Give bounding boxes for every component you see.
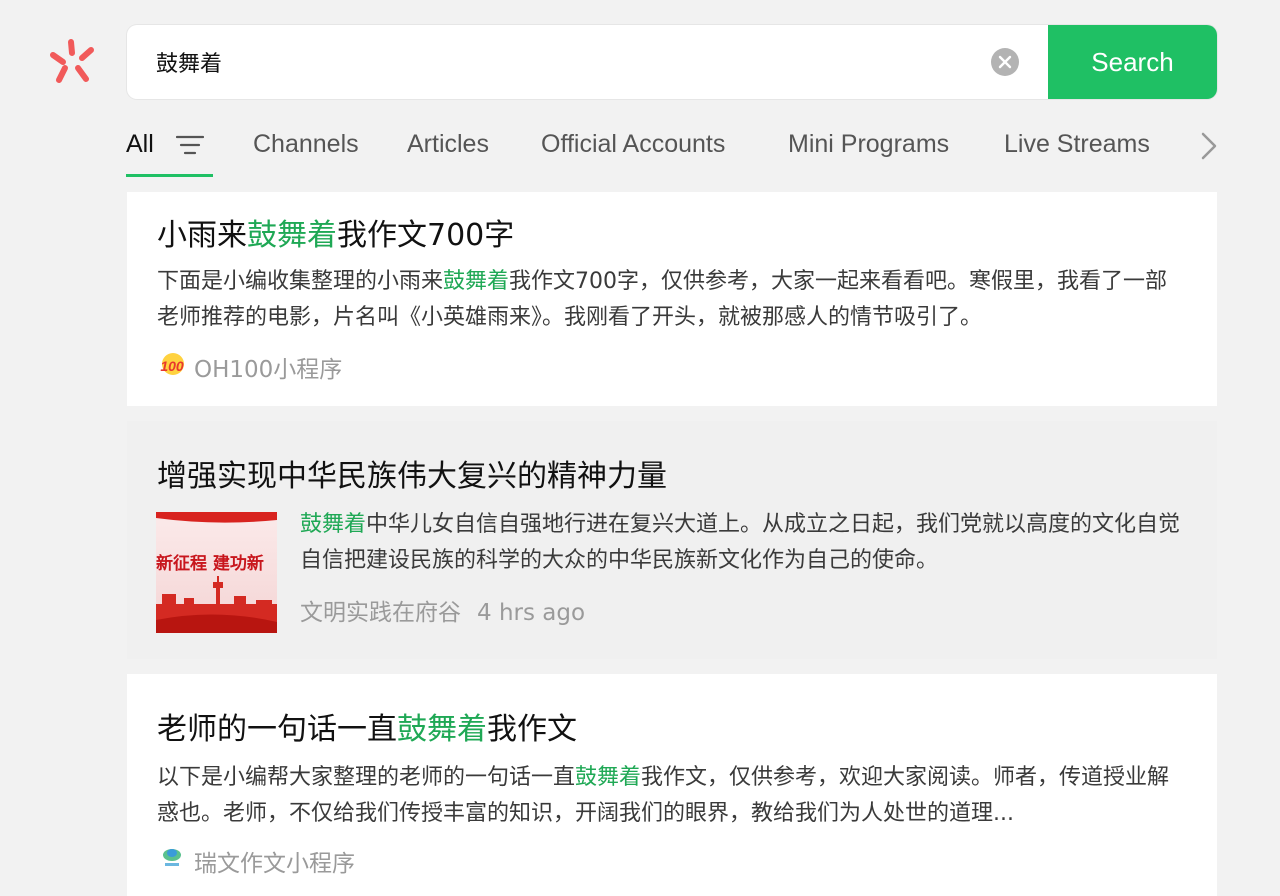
tab-channels[interactable]: Channels: [253, 130, 359, 159]
svg-text:100: 100: [160, 358, 184, 374]
filter-icon[interactable]: [176, 134, 204, 156]
active-tab-indicator: [126, 174, 213, 177]
close-icon: [998, 55, 1012, 69]
source-name[interactable]: 文明实践在府谷: [300, 600, 461, 626]
tab-mini-programs[interactable]: Mini Programs: [788, 130, 949, 159]
tab-official-accounts[interactable]: Official Accounts: [541, 130, 725, 159]
result-thumbnail[interactable]: 新征程 建功新: [156, 512, 277, 633]
result-snippet: 以下是小编帮大家整理的老师的一句话一直鼓舞着我作文，仅供参考，欢迎大家阅读。师者…: [157, 765, 1170, 826]
result-title[interactable]: 增强实现中华民族伟大复兴的精神力量: [157, 451, 667, 495]
result-source[interactable]: 瑞文作文小程序: [194, 844, 355, 878]
result-time: 4 hrs ago: [477, 600, 586, 626]
result-title[interactable]: 老师的一句话一直鼓舞着我作文: [157, 704, 577, 748]
result-card[interactable]: 小雨来鼓舞着我作文700字 下面是小编收集整理的小雨来鼓舞着我作文700字，仅供…: [127, 192, 1217, 406]
clear-search-button[interactable]: [991, 48, 1019, 76]
result-card[interactable]: 老师的一句话一直鼓舞着我作文 以下是小编帮大家整理的老师的一句话一直鼓舞着我作文…: [127, 674, 1217, 896]
result-snippet: 鼓舞着中华儿女自信自强地行进在复兴大道上。从成立之日起，我们党就以高度的文化自觉…: [300, 512, 1181, 573]
result-source[interactable]: OH100小程序: [194, 350, 342, 384]
result-title[interactable]: 小雨来鼓舞着我作文700字: [157, 210, 514, 254]
source-logo-icon: 100: [157, 350, 187, 384]
result-source: 文明实践在府谷 4 hrs ago: [300, 593, 585, 627]
app-logo[interactable]: [48, 38, 98, 88]
tab-all[interactable]: All: [126, 130, 154, 159]
tab-articles[interactable]: Articles: [407, 130, 489, 159]
svg-text:新征程 建功新: 新征程 建功新: [156, 553, 264, 574]
tab-live-streams[interactable]: Live Streams: [1004, 130, 1150, 159]
filter-tabs: All Channels Articles Official Accounts …: [126, 126, 1226, 178]
search-input[interactable]: [127, 25, 996, 99]
source-logo-icon: [159, 844, 185, 874]
result-card[interactable]: 增强实现中华民族伟大复兴的精神力量 新征程 建功新 鼓舞着中华儿女自信自强地行进…: [127, 421, 1217, 659]
search-bar: Search: [127, 25, 1217, 99]
search-button[interactable]: Search: [1048, 25, 1217, 99]
result-snippet: 下面是小编收集整理的小雨来鼓舞着我作文700字，仅供参考，大家一起来看看吧。寒假…: [157, 269, 1168, 330]
chevron-right-icon[interactable]: [1199, 131, 1219, 161]
